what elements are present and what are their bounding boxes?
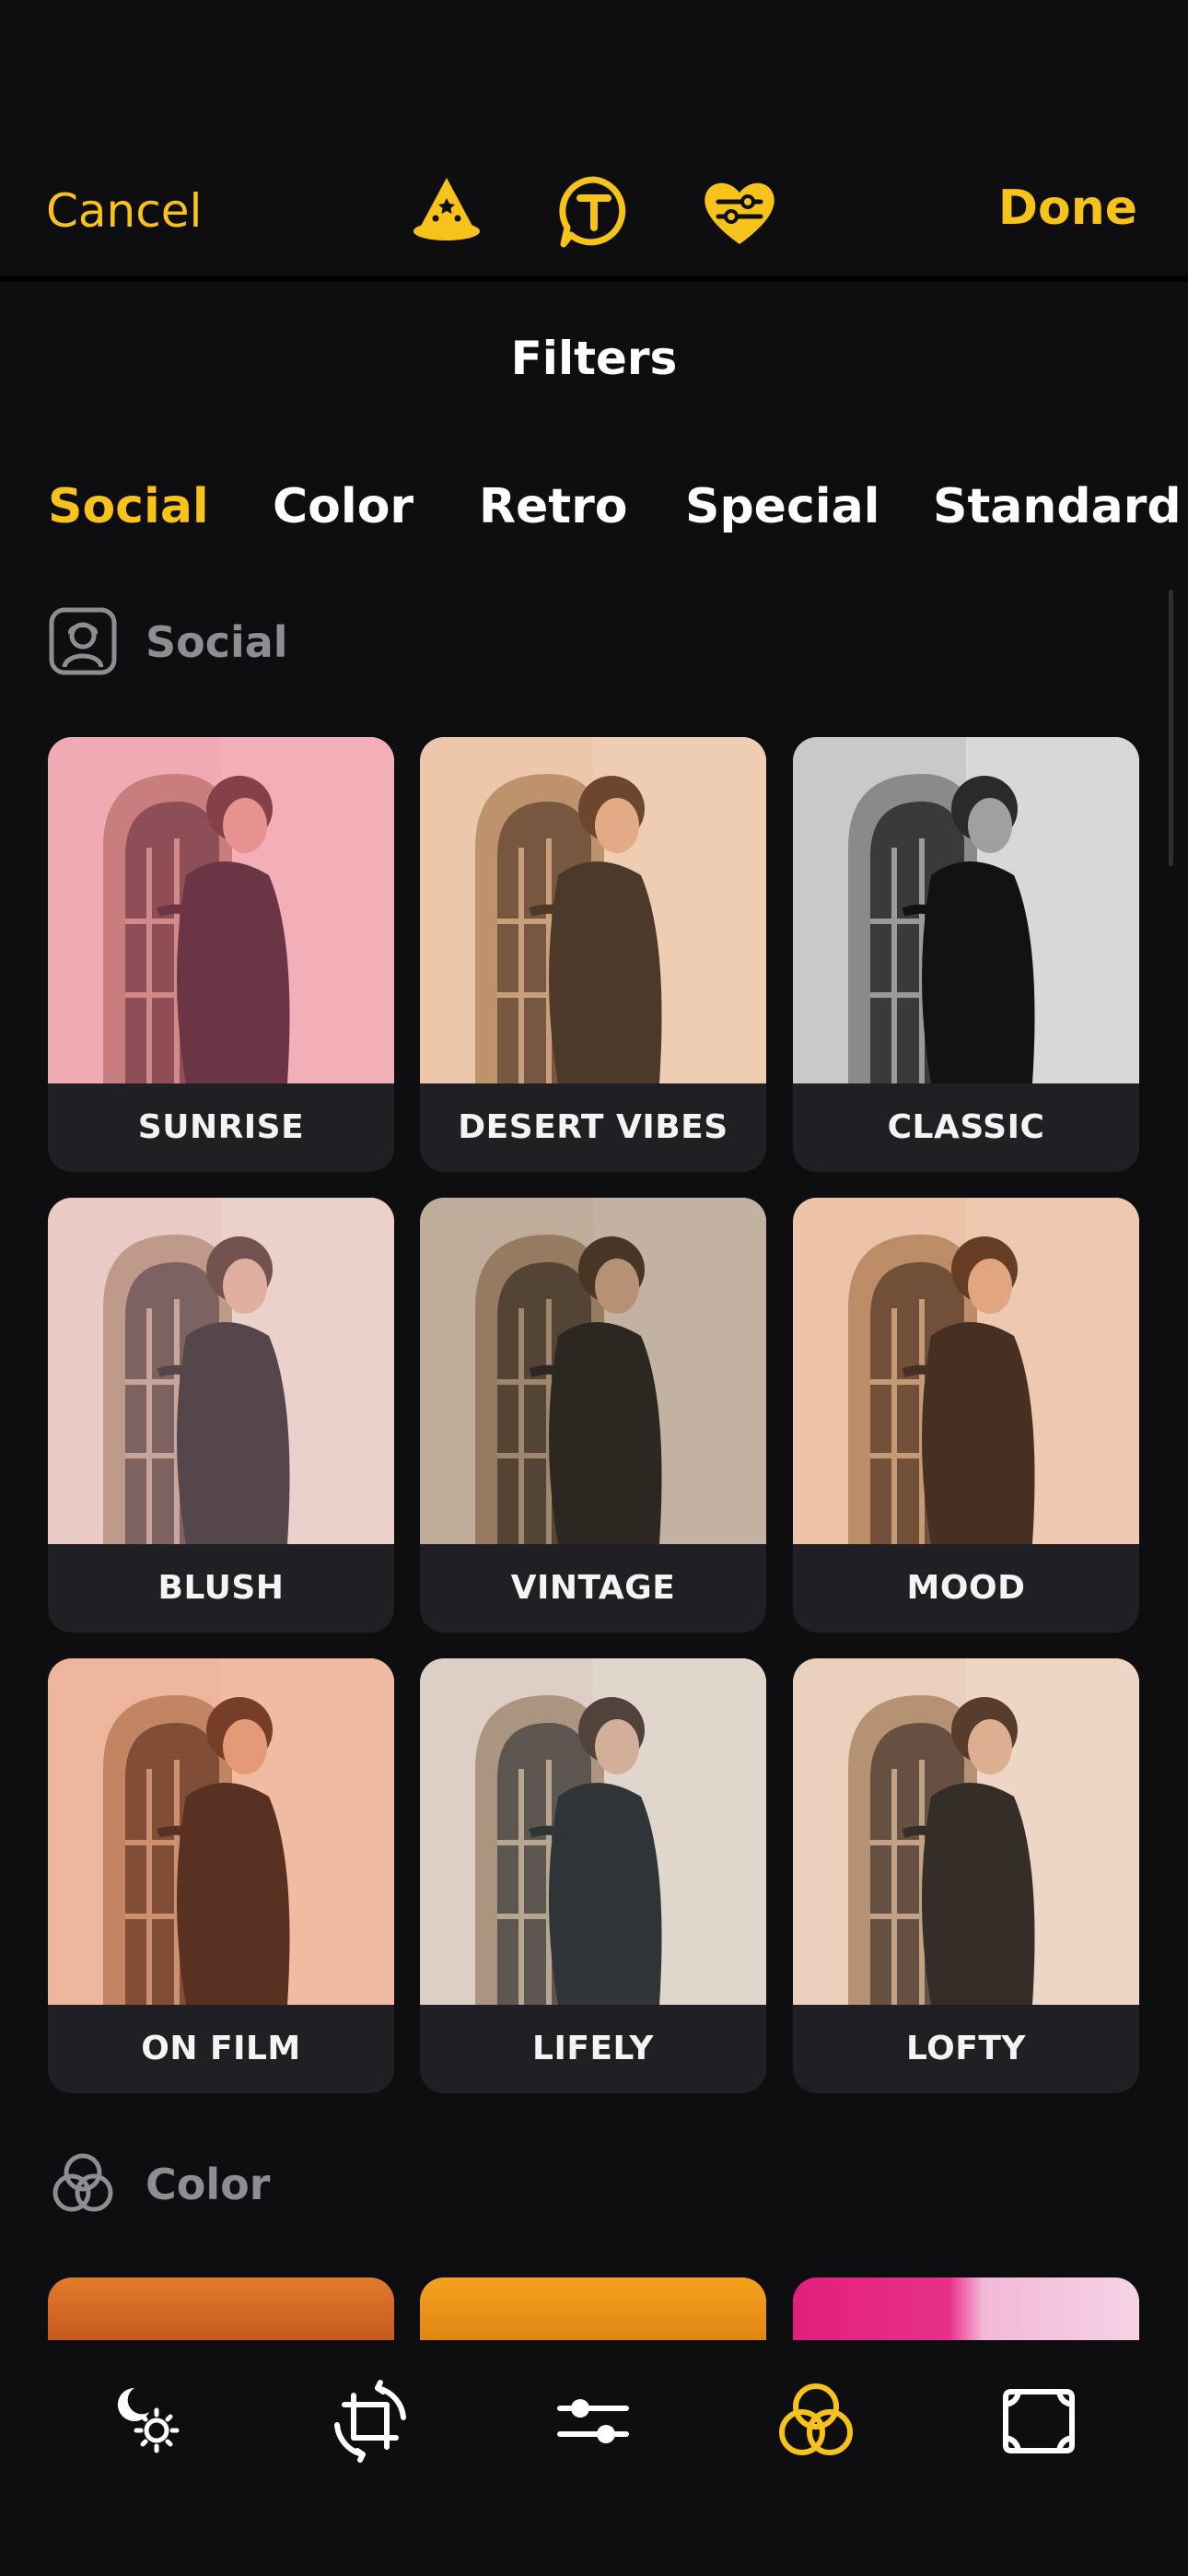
top-bar: Cancel Done: [0, 147, 1188, 276]
filter-card-sunrise[interactable]: SUNRISE: [48, 737, 394, 1172]
bottom-toolbar: [0, 2340, 1188, 2576]
filter-card-blush[interactable]: BLUSH: [48, 1198, 394, 1633]
filter-preview-image: [420, 1658, 766, 2005]
filter-card-vintage[interactable]: VINTAGE: [420, 1198, 766, 1633]
section-label-color: Color: [146, 2160, 271, 2209]
filter-card-mood[interactable]: MOOD: [793, 1198, 1139, 1633]
filter-preview-image: [48, 1658, 394, 2005]
filters-screen: Cancel Done Filters Social Color Retro S…: [0, 0, 1188, 2576]
tab-retro[interactable]: Retro: [479, 479, 628, 534]
magic-hat-icon[interactable]: [405, 170, 488, 253]
category-tabs: Social Color Retro Special Standard: [0, 479, 1188, 544]
scrollbar[interactable]: [1169, 590, 1173, 866]
page-title: Filters: [510, 332, 678, 385]
filter-preview-image: [793, 1198, 1139, 1544]
cancel-button[interactable]: Cancel: [46, 184, 202, 238]
filter-preview-image: [420, 737, 766, 1083]
filter-preview-image: [48, 1198, 394, 1544]
filter-preview-image: [793, 737, 1139, 1083]
filter-preview-image: [420, 1198, 766, 1544]
section-header-color: Color: [48, 2149, 785, 2222]
tab-standard[interactable]: Standard: [933, 479, 1182, 534]
heart-sliders-icon[interactable]: [698, 170, 781, 253]
filter-preview-image: [48, 737, 394, 1083]
filter-label: CLASSIC: [887, 1108, 1045, 1146]
adjust-sliders-icon[interactable]: [549, 2377, 637, 2465]
filter-label: MOOD: [906, 1569, 1026, 1607]
tab-social[interactable]: Social: [48, 479, 209, 534]
filter-preview-image: [793, 1658, 1139, 2005]
filter-label: BLUSH: [157, 1569, 285, 1607]
filter-card-lifely[interactable]: LIFELY: [420, 1658, 766, 2093]
filter-label: DESERT VIBES: [458, 1108, 728, 1146]
text-bubble-icon[interactable]: [553, 170, 635, 253]
top-divider: [0, 276, 1188, 282]
tab-special[interactable]: Special: [685, 479, 880, 534]
filter-label: LOFTY: [906, 2030, 1026, 2067]
portrait-sparkle-icon: [49, 607, 117, 675]
filter-card-partial[interactable]: [793, 2277, 1139, 2342]
filter-label: LIFELY: [532, 2030, 654, 2067]
tab-color[interactable]: Color: [273, 479, 413, 534]
frame-icon[interactable]: [995, 2377, 1083, 2465]
night-light-icon[interactable]: [107, 2377, 195, 2465]
filter-card-partial[interactable]: [420, 2277, 766, 2342]
section-header-social: Social: [48, 606, 785, 680]
filter-card-desert-vibes[interactable]: DESERT VIBES: [420, 737, 766, 1172]
filter-label: VINTAGE: [510, 1569, 676, 1607]
filter-label: SUNRISE: [137, 1108, 305, 1146]
filters-circles-icon[interactable]: [772, 2377, 860, 2465]
filter-card-partial[interactable]: [48, 2277, 394, 2342]
crop-rotate-icon[interactable]: [326, 2377, 414, 2465]
done-button[interactable]: Done: [998, 181, 1137, 236]
filter-card-classic[interactable]: CLASSIC: [793, 737, 1139, 1172]
filter-card-lofty[interactable]: LOFTY: [793, 1658, 1139, 2093]
section-label-social: Social: [146, 617, 288, 667]
color-circles-icon: [52, 2153, 113, 2212]
filter-card-on-film[interactable]: ON FILM: [48, 1658, 394, 2093]
filter-label: ON FILM: [141, 2030, 301, 2067]
